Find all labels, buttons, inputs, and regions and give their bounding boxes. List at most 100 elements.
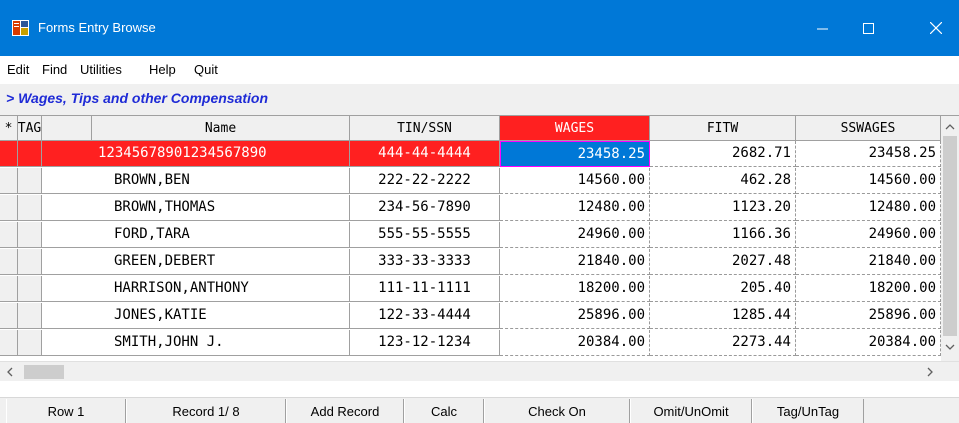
wages-cell[interactable]: 25896.00 <box>500 303 650 329</box>
fitw-cell[interactable]: 1123.20 <box>650 195 796 221</box>
row-tag-cell[interactable] <box>18 141 42 167</box>
table-row[interactable]: JONES,KATIE 122-33-4444 25896.00 1285.44 258… <box>0 303 941 329</box>
menu-help[interactable]: Help <box>149 62 176 78</box>
tag-untag-button[interactable]: Tag/UnTag <box>752 399 864 423</box>
chevron-down-icon[interactable] <box>945 344 955 350</box>
chevron-left-icon[interactable] <box>7 367 13 377</box>
row-selector[interactable] <box>0 195 18 221</box>
row-tag-cell[interactable] <box>18 249 42 275</box>
tin-cell[interactable]: 111-11-1111 <box>350 276 500 302</box>
vertical-scrollbar[interactable] <box>941 116 959 361</box>
menu-utilities[interactable]: Utilities <box>80 62 122 78</box>
wages-cell[interactable]: 20384.00 <box>500 330 650 356</box>
header-star[interactable]: * <box>0 116 18 141</box>
sswages-cell[interactable]: 25896.00 <box>796 303 941 329</box>
fitw-cell[interactable]: 205.40 <box>650 276 796 302</box>
wages-cell[interactable]: 12480.00 <box>500 195 650 221</box>
header-wages[interactable]: WAGES <box>500 116 650 141</box>
fitw-cell[interactable]: 1166.36 <box>650 222 796 248</box>
sswages-cell[interactable]: 23458.25 <box>796 141 941 167</box>
calc-button[interactable]: Calc <box>404 399 484 423</box>
wages-cell[interactable]: 14560.00 <box>500 168 650 194</box>
header-tag[interactable]: TAG <box>18 116 42 141</box>
row-selector[interactable] <box>0 330 18 356</box>
row-tag-cell[interactable] <box>18 330 42 356</box>
sswages-cell[interactable]: 20384.00 <box>796 330 941 356</box>
table-row[interactable]: BROWN,THOMAS 234-56-7890 12480.00 1123.20 12… <box>0 195 941 221</box>
row-selector[interactable] <box>0 249 18 275</box>
sswages-cell[interactable]: 12480.00 <box>796 195 941 221</box>
table-row[interactable]: 12345678901234567890 444-44-4444 23458.25 2… <box>0 141 941 167</box>
row-indicator: Row 1 <box>6 399 126 423</box>
close-button[interactable] <box>913 0 959 56</box>
sswages-cell[interactable]: 18200.00 <box>796 276 941 302</box>
sswages-cell[interactable]: 24960.00 <box>796 222 941 248</box>
name-cell[interactable]: GREEN,DEBERT <box>42 249 350 275</box>
row-tag-cell[interactable] <box>18 168 42 194</box>
tin-cell[interactable]: 234-56-7890 <box>350 195 500 221</box>
header-tin-ssn[interactable]: TIN/SSN <box>350 116 500 141</box>
row-selector[interactable] <box>0 222 18 248</box>
chevron-right-icon[interactable] <box>927 367 933 377</box>
table-row[interactable]: SMITH,JOHN J. 123-12-1234 20384.00 2273.44 2… <box>0 330 941 356</box>
status-bar: Row 1 Record 1/ 8 Add Record Calc Check … <box>0 397 959 423</box>
tin-cell[interactable]: 555-55-5555 <box>350 222 500 248</box>
name-cell[interactable]: HARRISON,ANTHONY <box>42 276 350 302</box>
row-tag-cell[interactable] <box>18 222 42 248</box>
fitw-cell[interactable]: 2273.44 <box>650 330 796 356</box>
row-tag-cell[interactable] <box>18 276 42 302</box>
sswages-cell[interactable]: 14560.00 <box>796 168 941 194</box>
tin-cell[interactable]: 122-33-4444 <box>350 303 500 329</box>
table-row[interactable]: HARRISON,ANTHONY 111-11-1111 18200.00 205.4… <box>0 276 941 302</box>
chevron-up-icon[interactable] <box>945 124 955 130</box>
fitw-cell[interactable]: 1285.44 <box>650 303 796 329</box>
row-selector[interactable] <box>0 168 18 194</box>
check-on-button[interactable]: Check On <box>484 399 630 423</box>
maximize-icon <box>862 22 874 34</box>
table-row[interactable]: FORD,TARA 555-55-5555 24960.00 1166.36 24960… <box>0 222 941 248</box>
row-selector[interactable] <box>0 276 18 302</box>
horizontal-scroll-thumb[interactable] <box>24 365 64 379</box>
menu-bar: Edit Find Utilities Help Quit <box>0 56 959 84</box>
minimize-button[interactable] <box>799 0 845 56</box>
wages-cell[interactable]: 24960.00 <box>500 222 650 248</box>
table-row[interactable]: BROWN,BEN 222-22-2222 14560.00 462.28 14560.… <box>0 168 941 194</box>
wages-cell[interactable]: 23458.25 <box>500 141 650 167</box>
fitw-cell[interactable]: 462.28 <box>650 168 796 194</box>
tin-cell[interactable]: 444-44-4444 <box>350 141 500 167</box>
name-cell[interactable]: SMITH,JOHN J. <box>42 330 350 356</box>
fitw-cell[interactable]: 2682.71 <box>650 141 796 167</box>
row-selector[interactable] <box>0 141 18 167</box>
sswages-cell[interactable]: 21840.00 <box>796 249 941 275</box>
wages-cell[interactable]: 21840.00 <box>500 249 650 275</box>
tin-cell[interactable]: 333-33-3333 <box>350 249 500 275</box>
add-record-button[interactable]: Add Record <box>286 399 404 423</box>
menu-find[interactable]: Find <box>42 62 67 78</box>
forms-app-icon <box>12 20 29 36</box>
name-cell[interactable]: JONES,KATIE <box>42 303 350 329</box>
title-bar[interactable]: Forms Entry Browse <box>0 0 959 56</box>
menu-quit[interactable]: Quit <box>194 62 218 78</box>
row-tag-cell[interactable] <box>18 195 42 221</box>
row-selector[interactable] <box>0 303 18 329</box>
horizontal-scrollbar[interactable] <box>0 361 959 381</box>
fitw-cell[interactable]: 2027.48 <box>650 249 796 275</box>
table-row[interactable]: GREEN,DEBERT 333-33-3333 21840.00 2027.48 21… <box>0 249 941 275</box>
name-cell[interactable]: BROWN,THOMAS <box>42 195 350 221</box>
maximize-button[interactable] <box>845 0 891 56</box>
header-spacer[interactable] <box>42 116 92 141</box>
tin-cell[interactable]: 222-22-2222 <box>350 168 500 194</box>
wages-cell[interactable]: 18200.00 <box>500 276 650 302</box>
records-grid[interactable]: * TAG Name TIN/SSN WAGES FITW SSWAGES 12… <box>0 115 959 397</box>
name-cell[interactable]: 12345678901234567890 <box>42 141 350 167</box>
tin-cell[interactable]: 123-12-1234 <box>350 330 500 356</box>
header-fitw[interactable]: FITW <box>650 116 796 141</box>
name-cell[interactable]: BROWN,BEN <box>42 168 350 194</box>
omit-unomit-button[interactable]: Omit/UnOmit <box>630 399 752 423</box>
name-cell[interactable]: FORD,TARA <box>42 222 350 248</box>
vertical-scroll-thumb[interactable] <box>943 136 957 336</box>
header-sswages[interactable]: SSWAGES <box>796 116 941 141</box>
menu-edit[interactable]: Edit <box>7 62 29 78</box>
row-tag-cell[interactable] <box>18 303 42 329</box>
header-name[interactable]: Name <box>92 116 350 141</box>
